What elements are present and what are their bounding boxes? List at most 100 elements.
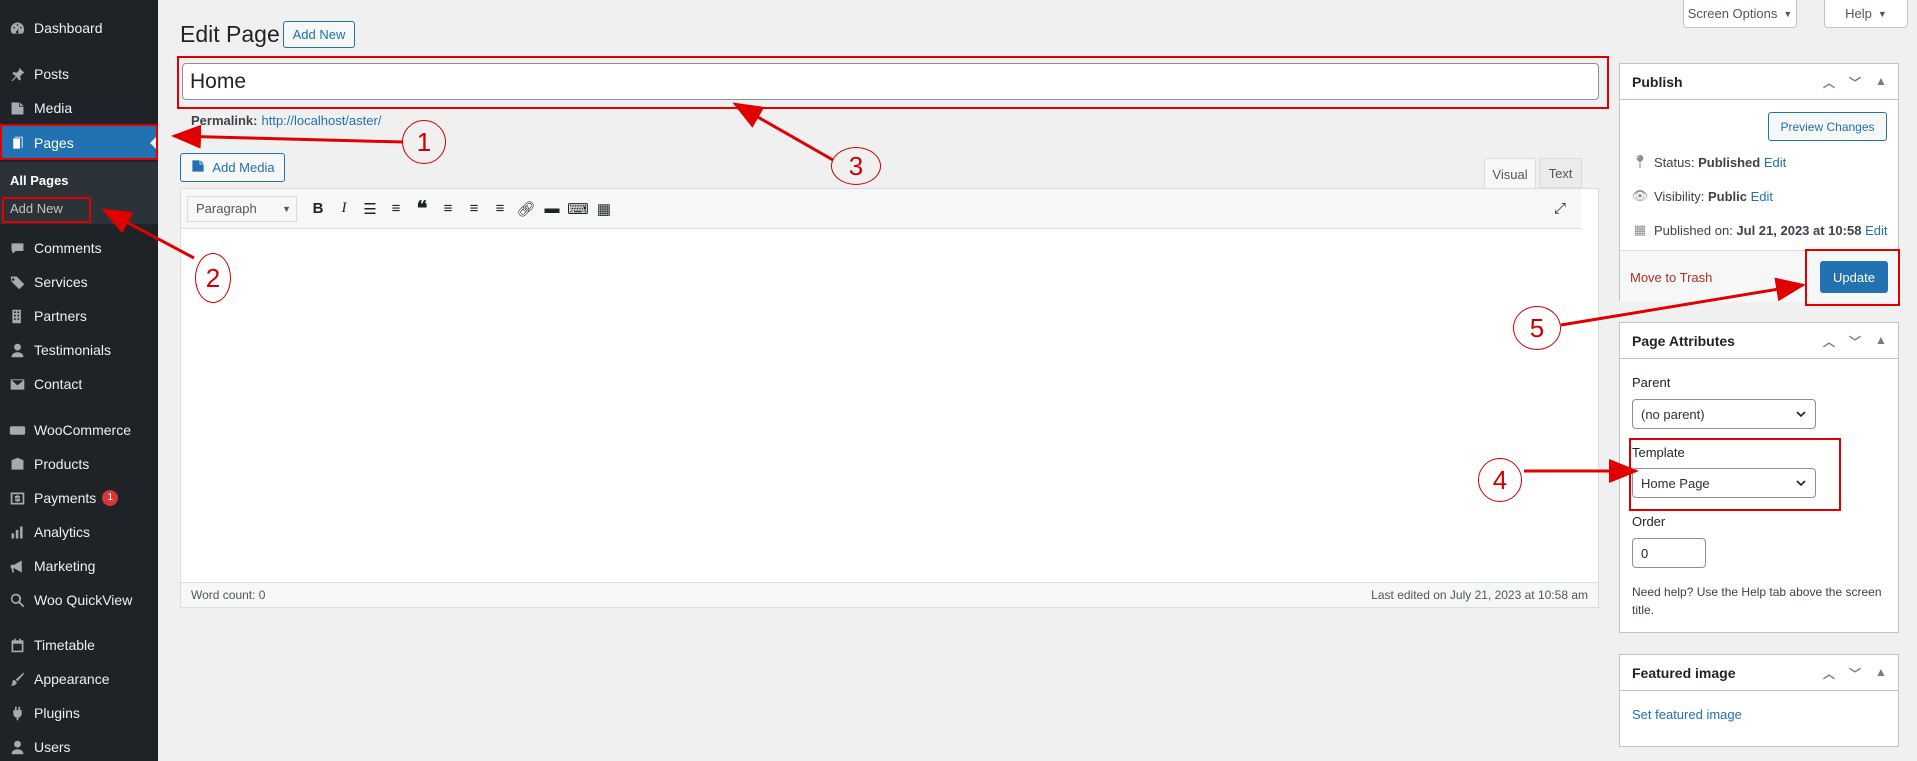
tag-icon [8,273,26,291]
chevron-up-icon[interactable]: ︿ [1816,333,1842,350]
align-center-icon[interactable]: ≡ [461,196,487,222]
italic-icon[interactable]: I [331,196,357,222]
menu-label: Comments [34,240,102,256]
quote-icon[interactable]: ❝ [409,196,435,222]
featured-image-box: Featured image ︿ ﹀ ▲ Set featured image [1619,654,1899,747]
chart-icon [8,523,26,541]
parent-label: Parent [1632,375,1671,390]
chevron-down-icon[interactable]: ﹀ [1842,74,1868,91]
annotation-4: 4 [1478,458,1522,502]
menu-media[interactable]: Media [0,92,158,124]
box-controls: ︿ ﹀ ▲ [1816,333,1894,350]
chevron-up-icon[interactable]: ︿ [1816,665,1842,682]
align-right-icon[interactable]: ≡ [487,196,513,222]
order-label: Order [1632,514,1666,529]
tab-visual[interactable]: Visual [1484,158,1536,189]
chevron-up-icon[interactable]: ︿ [1816,74,1842,91]
submenu-all-pages[interactable]: All Pages [10,173,69,188]
menu-partners[interactable]: Partners [0,300,158,332]
highlight-add-new [2,197,91,223]
menu-testimonials[interactable]: Testimonials [0,334,158,366]
parent-select[interactable]: (no parent) [1632,399,1816,429]
status-row: 📍︎ Status: Published Edit [1632,154,1787,170]
last-edited: Last edited on July 21, 2023 at 10:58 am [1371,588,1588,602]
read-more-icon[interactable]: ▬ [539,196,565,222]
admin-sidebar: Dashboard Posts Media Pages All Pages Ad… [0,0,158,761]
highlight-update [1805,249,1900,306]
caret-down-icon: ▼ [1877,8,1887,19]
menu-products[interactable]: Products [0,448,158,480]
menu-label: Contact [34,376,83,392]
format-select[interactable]: Paragraph ▼ [187,195,297,222]
help-label: Help [1845,6,1872,21]
media-icon [8,99,26,117]
calendar-icon[interactable]: ▦ [591,196,617,222]
menu-payments[interactable]: Payments 1 [0,482,158,514]
format-select-value: Paragraph [196,201,257,216]
toggle-icon[interactable]: ▲ [1868,74,1894,91]
menu-contact[interactable]: Contact [0,368,158,400]
help-button[interactable]: Help ▼ [1824,0,1908,28]
megaphone-icon [8,557,26,575]
menu-woocommerce[interactable]: WooCommerce [0,414,158,446]
arrow-1 [171,124,404,149]
chevron-down-icon[interactable]: ﹀ [1842,665,1868,682]
published-label: Published on: [1654,222,1733,238]
chevron-down-icon[interactable]: ﹀ [1842,333,1868,350]
annotation-5: 5 [1513,306,1561,350]
status-label: Status: [1654,154,1695,170]
add-new-button[interactable]: Add New [283,21,355,48]
editor-statusbar: Word count: 0 Last edited on July 21, 20… [181,582,1598,607]
bold-icon[interactable]: B [305,196,331,222]
add-media-button[interactable]: Add Media [180,153,285,182]
menu-label: Users [34,739,71,755]
user-icon [8,341,26,359]
menu-users[interactable]: Users [0,731,158,761]
toggle-icon[interactable]: ▲ [1868,333,1894,350]
screen-options-button[interactable]: Screen Options ▼ [1683,0,1797,28]
plug-icon [8,704,26,722]
payments-badge: 1 [102,490,119,506]
edit-status-link[interactable]: Edit [1764,155,1786,170]
toggle-icon[interactable]: ▲ [1868,665,1894,682]
order-input[interactable]: 0 [1632,538,1706,568]
attributes-title: Page Attributes [1632,332,1735,349]
set-featured-image-link[interactable]: Set featured image [1632,707,1742,722]
menu-dashboard[interactable]: Dashboard [0,12,158,44]
preview-changes-button[interactable]: Preview Changes [1768,112,1887,141]
menu-label: Dashboard [34,20,103,36]
menu-comments[interactable]: Comments [0,232,158,264]
menu-appearance[interactable]: Appearance [0,663,158,695]
menu-plugins[interactable]: Plugins [0,697,158,729]
link-icon[interactable]: 🔗︎ [513,196,539,222]
box-controls: ︿ ﹀ ▲ [1816,665,1894,682]
menu-label: Products [34,456,90,472]
annotation-3: 3 [831,147,881,185]
align-left-icon[interactable]: ≡ [435,196,461,222]
users-icon [8,738,26,756]
permalink-link[interactable]: http://localhost/aster/ [261,113,381,128]
comment-icon [8,239,26,257]
move-to-trash-link[interactable]: Move to Trash [1630,270,1712,285]
keyboard-icon[interactable]: ⌨ [565,196,591,222]
menu-services[interactable]: Services [0,266,158,298]
bullet-list-icon[interactable]: ☰ [357,196,383,222]
menu-woo-quickview[interactable]: Woo QuickView [0,584,158,616]
mail-icon [8,375,26,393]
editor-area: Paragraph ▼ B I ☰ ≡ ❝ ≡ ≡ ≡ 🔗︎ ▬ ⌨ ▦ ⤢ Wo… [180,188,1599,608]
edit-visibility-link[interactable]: Edit [1751,189,1773,204]
attributes-header: Page Attributes ︿ ﹀ ▲ [1620,323,1898,359]
menu-posts[interactable]: Posts [0,58,158,90]
fullscreen-icon[interactable]: ⤢ [1547,196,1573,222]
search-icon [8,591,26,609]
menu-marketing[interactable]: Marketing [0,550,158,582]
menu-label: Marketing [34,558,96,574]
archive-icon [8,455,26,473]
dashboard-icon [8,19,26,37]
menu-timetable[interactable]: Timetable [0,629,158,661]
menu-analytics[interactable]: Analytics [0,516,158,548]
annotation-2: 2 [195,253,231,303]
tab-text[interactable]: Text [1539,158,1582,188]
edit-date-link[interactable]: Edit [1865,223,1887,238]
numbered-list-icon[interactable]: ≡ [383,196,409,222]
